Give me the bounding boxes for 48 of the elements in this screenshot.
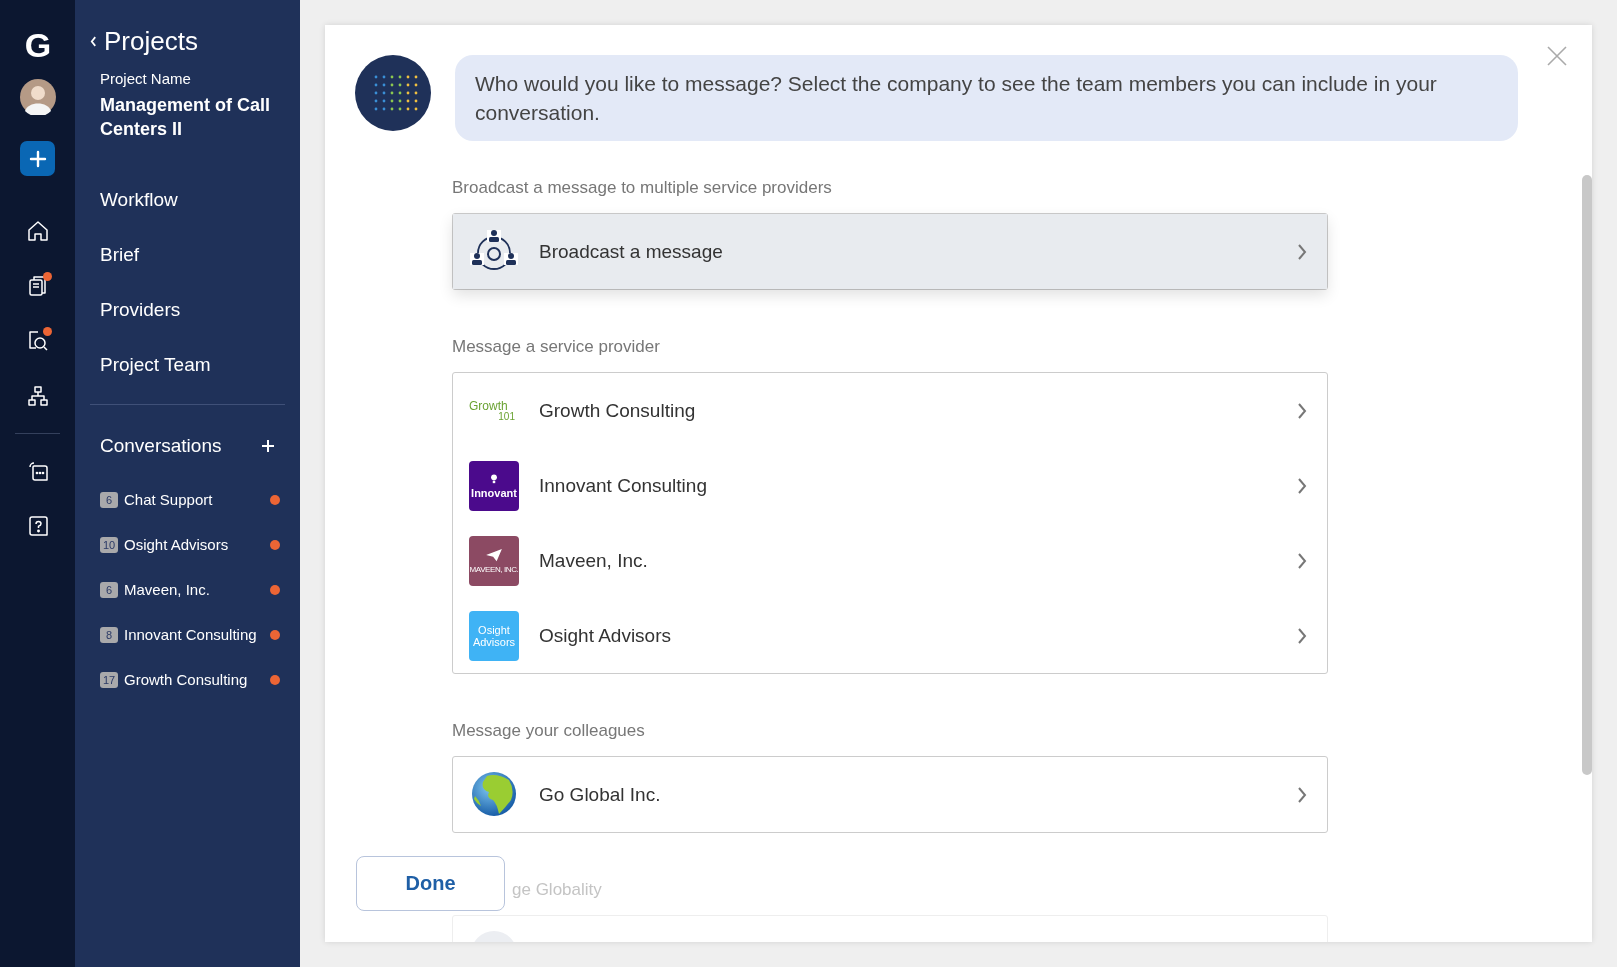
chevron-right-icon: [1297, 627, 1307, 644]
section-title: Message your colleagues: [452, 720, 646, 742]
nav-item[interactable]: Workflow: [100, 187, 285, 212]
message-count: 6: [100, 491, 118, 508]
conversation-item[interactable]: 6 Maveen, Inc.: [100, 567, 285, 612]
message-count: 6: [100, 581, 118, 598]
option-row[interactable]: Growth 101 Growth Consulting: [453, 373, 1327, 448]
message-count: 17: [100, 671, 118, 688]
company-logo: Innovant: [469, 460, 519, 511]
nav-item[interactable]: Brief: [100, 242, 285, 267]
chevron-right-icon: [1297, 477, 1307, 494]
done-button[interactable]: Done: [356, 856, 505, 911]
option-row[interactable]: MAVEEN, INC. Maveen, Inc.: [453, 523, 1327, 598]
conversation-item[interactable]: 10 Osight Advisors: [100, 522, 285, 567]
prompt-bubble: Who would you like to message? Select the company to see the team members you can include in your conversation.: [455, 55, 1518, 141]
option-row[interactable]: Osight Advisors Osight Advisors: [453, 598, 1327, 673]
section-title: Message a service provider: [452, 336, 661, 358]
option-row[interactable]: Broadcast a message: [453, 214, 1327, 289]
home-icon[interactable]: [25, 219, 50, 243]
conversation-item[interactable]: 6 Chat Support: [100, 477, 285, 522]
project-label: Project Name: [100, 70, 192, 87]
add-conversation-icon[interactable]: [261, 439, 275, 453]
back-link[interactable]: Projects: [90, 26, 285, 56]
option-row[interactable]: Go Global Inc.: [453, 757, 1327, 832]
message-count: 10: [100, 536, 118, 553]
chevron-right-icon: [1297, 552, 1307, 569]
option-row[interactable]: Innovant Innovant Consulting: [453, 448, 1327, 523]
sitemap-icon[interactable]: [25, 384, 50, 408]
message-count: 8: [100, 626, 118, 643]
nav-item[interactable]: Project Team: [100, 352, 285, 377]
chevron-right-icon: [1297, 402, 1307, 419]
scrollbar-thumb[interactable]: [1582, 175, 1592, 775]
add-button[interactable]: [20, 141, 55, 176]
plus-icon: [27, 148, 48, 169]
nav-item[interactable]: Providers: [100, 297, 285, 322]
chevron-right-icon: [1297, 786, 1307, 803]
conversations-heading: Conversations: [100, 435, 222, 457]
company-logo: Osight Advisors: [469, 610, 519, 661]
chevron-right-icon: [1297, 243, 1307, 260]
conversation-item[interactable]: 17 Growth Consulting: [100, 657, 285, 702]
app-logo[interactable]: G: [24, 27, 51, 63]
project-name: Management of Call Centers II: [100, 94, 272, 141]
user-avatar[interactable]: [19, 79, 56, 115]
section-title: Broadcast a message to multiple service providers: [452, 177, 833, 199]
company-logo: MAVEEN, INC.: [469, 535, 519, 586]
chevron-left-icon: [90, 35, 97, 47]
conversation-item[interactable]: 8 Innovant Consulting: [100, 612, 285, 657]
section-title: ge Globality: [511, 879, 603, 901]
